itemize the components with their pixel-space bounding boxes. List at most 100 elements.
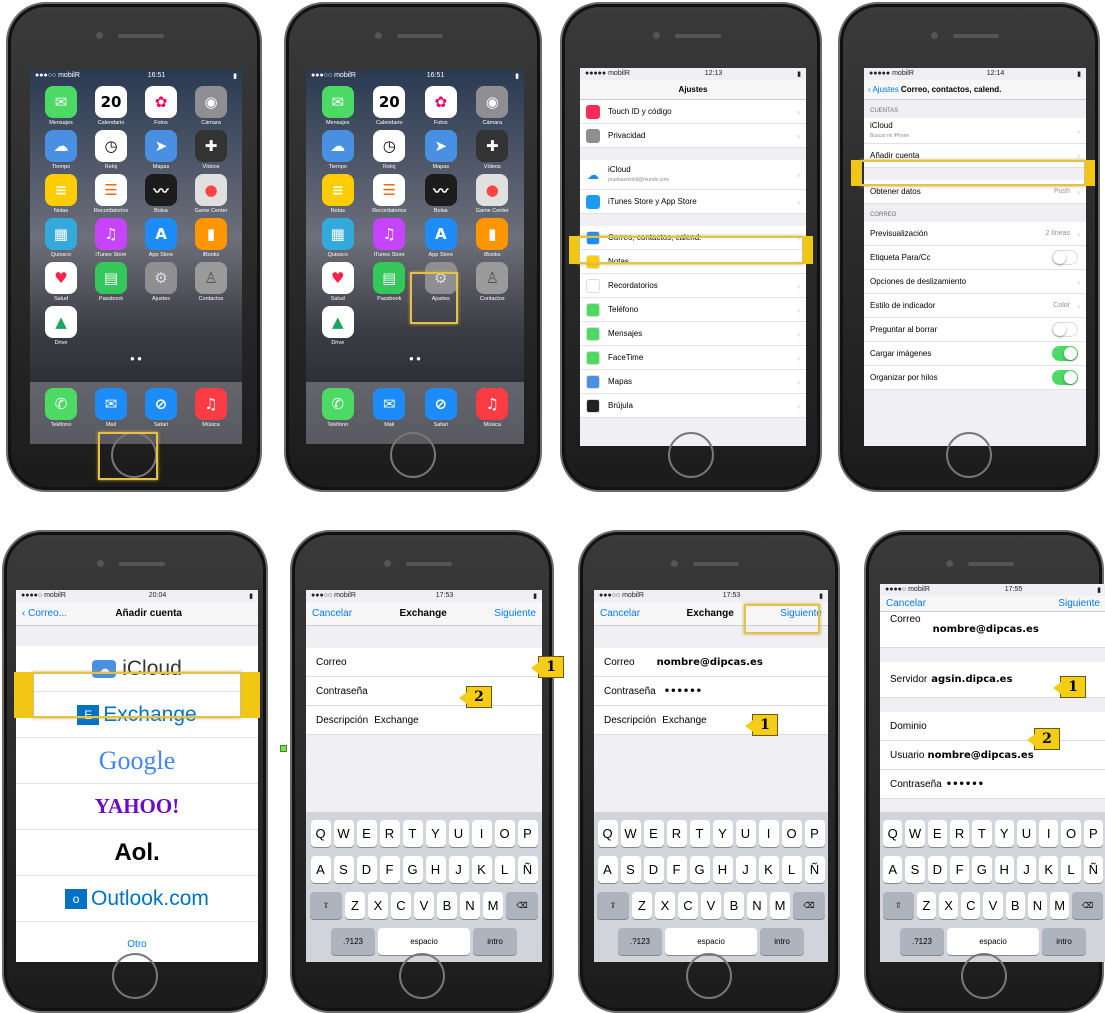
key[interactable]: G bbox=[972, 856, 992, 883]
home-button[interactable] bbox=[399, 953, 445, 999]
key[interactable]: Ñ bbox=[517, 856, 538, 883]
key[interactable]: K bbox=[758, 856, 779, 883]
dock-app[interactable]: ⊘ Safari bbox=[136, 388, 186, 438]
toggle-switch[interactable] bbox=[1052, 346, 1078, 361]
key[interactable]: B bbox=[437, 892, 457, 919]
description-field[interactable]: Descripción Exchange bbox=[594, 706, 828, 735]
delete-key[interactable]: ⌫ bbox=[793, 892, 825, 919]
app-contacts[interactable]: ♙ Contactos bbox=[467, 262, 519, 302]
key[interactable]: M bbox=[1050, 892, 1070, 919]
app-drive[interactable]: ▲ Drive bbox=[36, 306, 86, 346]
return-key[interactable]: intro bbox=[1042, 928, 1086, 955]
key[interactable]: C bbox=[961, 892, 981, 919]
key[interactable]: K bbox=[471, 856, 492, 883]
app-photos[interactable]: ✿ Fotos bbox=[415, 86, 467, 126]
key[interactable]: F bbox=[379, 856, 400, 883]
key[interactable]: C bbox=[391, 892, 411, 919]
key[interactable]: F bbox=[666, 856, 687, 883]
settings-row-privacy[interactable]: Privacidad › bbox=[580, 124, 806, 148]
delete-key[interactable]: ⌫ bbox=[506, 892, 538, 919]
key[interactable]: J bbox=[448, 856, 469, 883]
key[interactable]: X bbox=[938, 892, 959, 919]
shift-key[interactable]: ⇧ bbox=[597, 892, 629, 919]
settings-row[interactable]: FaceTime › bbox=[580, 346, 806, 370]
back-button[interactable]: ‹ Ajustes bbox=[868, 85, 899, 94]
key[interactable]: O bbox=[494, 820, 515, 847]
email-field[interactable]: Correo nombre@dipcas.es bbox=[594, 648, 828, 677]
key[interactable]: B bbox=[1005, 892, 1025, 919]
return-key[interactable]: intro bbox=[473, 928, 517, 955]
mail-option-row[interactable]: Estilo de indicador Color › bbox=[864, 294, 1086, 318]
app-camera[interactable]: ◉ Cámara bbox=[467, 86, 519, 126]
app-reminders[interactable]: ☰ Recordatorios bbox=[364, 174, 416, 214]
dock-app[interactable]: ✉ Mail bbox=[86, 388, 136, 438]
settings-row[interactable]: Brújula › bbox=[580, 394, 806, 418]
key[interactable]: W bbox=[333, 820, 354, 847]
key[interactable]: G bbox=[402, 856, 423, 883]
key[interactable]: Q bbox=[310, 820, 331, 847]
dock-app[interactable]: ✆ Teléfono bbox=[36, 388, 86, 438]
key[interactable]: Y bbox=[712, 820, 733, 847]
app-videos[interactable]: ✚ Vídeos bbox=[186, 130, 236, 170]
key[interactable]: W bbox=[905, 820, 925, 847]
shift-key[interactable]: ⇧ bbox=[882, 892, 914, 919]
key[interactable]: B bbox=[724, 892, 744, 919]
key[interactable]: T bbox=[689, 820, 710, 847]
key[interactable]: G bbox=[689, 856, 710, 883]
app-newsstand[interactable]: ▦ Quiosco bbox=[312, 218, 364, 258]
provider-google[interactable]: Google bbox=[16, 738, 258, 784]
app-app-store[interactable]: A App Store bbox=[136, 218, 186, 258]
key[interactable]: D bbox=[356, 856, 377, 883]
key[interactable]: X bbox=[655, 892, 675, 919]
next-button[interactable]: Siguiente bbox=[494, 608, 536, 619]
provider-outlook[interactable]: o Outlook.com bbox=[16, 876, 258, 922]
email-field[interactable]: Correo bbox=[306, 648, 542, 677]
key[interactable]: F bbox=[949, 856, 970, 883]
app-calendar[interactable]: 20 Calendario bbox=[86, 86, 136, 126]
key[interactable]: M bbox=[770, 892, 790, 919]
mail-option-row[interactable]: Opciones de deslizamiento › bbox=[864, 270, 1086, 294]
key[interactable]: V bbox=[414, 892, 434, 919]
mail-option-row[interactable]: Preguntar al borrar bbox=[864, 318, 1086, 342]
cancel-button[interactable]: Cancelar bbox=[312, 608, 352, 619]
app-stocks[interactable]: 〰 Bolsa bbox=[136, 174, 186, 214]
key[interactable]: D bbox=[643, 856, 664, 883]
key[interactable]: Y bbox=[425, 820, 446, 847]
domain-field[interactable]: Dominio bbox=[880, 712, 1105, 741]
key[interactable]: P bbox=[517, 820, 538, 847]
user-field[interactable]: Usuario nombre@dipcas.es bbox=[880, 741, 1105, 770]
home-button[interactable] bbox=[946, 432, 992, 478]
numbers-key[interactable]: .?123 bbox=[900, 928, 944, 955]
key[interactable]: O bbox=[1061, 820, 1081, 847]
provider-yahoo[interactable]: YAHOO! bbox=[16, 784, 258, 830]
app-maps[interactable]: ➤ Mapas bbox=[136, 130, 186, 170]
key[interactable]: Q bbox=[597, 820, 618, 847]
mail-option-row[interactable]: Organizar por hilos bbox=[864, 366, 1086, 390]
dock-app[interactable]: ✉ Mail bbox=[364, 388, 416, 438]
app-ibooks[interactable]: ▮ iBooks bbox=[467, 218, 519, 258]
app-passbook[interactable]: ▤ Passbook bbox=[86, 262, 136, 302]
app-weather[interactable]: ☁ Tiempo bbox=[36, 130, 86, 170]
app-drive[interactable]: ▲ Drive bbox=[312, 306, 364, 346]
key[interactable]: T bbox=[402, 820, 423, 847]
key[interactable]: S bbox=[905, 856, 925, 883]
dock-app[interactable]: ♫ Música bbox=[186, 388, 236, 438]
key[interactable]: Z bbox=[916, 892, 936, 919]
key[interactable]: U bbox=[1016, 820, 1037, 847]
key[interactable]: V bbox=[983, 892, 1003, 919]
app-messages[interactable]: ✉ Mensajes bbox=[36, 86, 86, 126]
key[interactable]: S bbox=[620, 856, 641, 883]
app-stocks[interactable]: 〰 Bolsa bbox=[415, 174, 467, 214]
app-ibooks[interactable]: ▮ iBooks bbox=[186, 218, 236, 258]
key[interactable]: H bbox=[712, 856, 733, 883]
settings-row-icloud[interactable]: ☁ iCloud pruebasmobil@mundo.com › bbox=[580, 160, 806, 190]
key[interactable]: Y bbox=[994, 820, 1014, 847]
provider-aol[interactable]: Aol. bbox=[16, 830, 258, 876]
settings-row[interactable]: Teléfono › bbox=[580, 298, 806, 322]
key[interactable]: R bbox=[949, 820, 970, 847]
key[interactable]: H bbox=[994, 856, 1014, 883]
app-itunes[interactable]: ♫ iTunes Store bbox=[86, 218, 136, 258]
space-key[interactable]: espacio bbox=[665, 928, 757, 955]
key[interactable]: D bbox=[927, 856, 947, 883]
key[interactable]: U bbox=[448, 820, 469, 847]
